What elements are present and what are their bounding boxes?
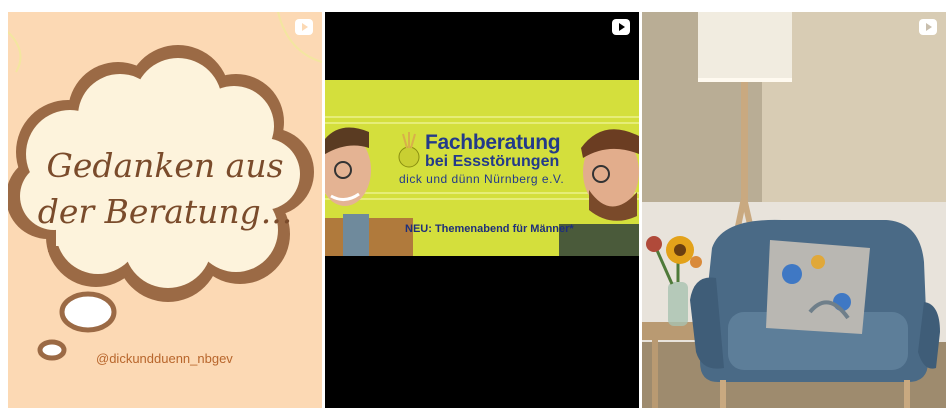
fachberatung-tile[interactable]: Fachberatung bei Essstörungen dick und d…	[325, 12, 639, 408]
banner-organization: dick und dünn Nürnberg e.V.	[399, 172, 565, 186]
banner-subtitle: bei Essstörungen	[425, 153, 560, 170]
banner-announcement: NEU: Themenabend für Männer*	[405, 223, 574, 235]
room-photo-image	[642, 12, 946, 408]
headline-line-2: der Beratung...	[37, 192, 293, 231]
room-photo-tile[interactable]	[642, 12, 946, 408]
play-icon	[611, 18, 631, 36]
banner-title: Fachberatung	[425, 131, 561, 154]
fachberatung-banner: Fachberatung bei Essstörungen dick und d…	[325, 80, 639, 256]
play-icon	[918, 18, 938, 36]
person-right-image	[559, 129, 639, 256]
gedanken-tile[interactable]: Gedanken aus der Beratung... @dickunddue…	[8, 12, 322, 408]
dick-und-duenn-logo	[398, 132, 420, 168]
play-icon	[294, 18, 314, 36]
headline-line-1: Gedanken aus	[46, 146, 284, 185]
instagram-handle: @dickundduenn_nbgev	[96, 351, 233, 366]
